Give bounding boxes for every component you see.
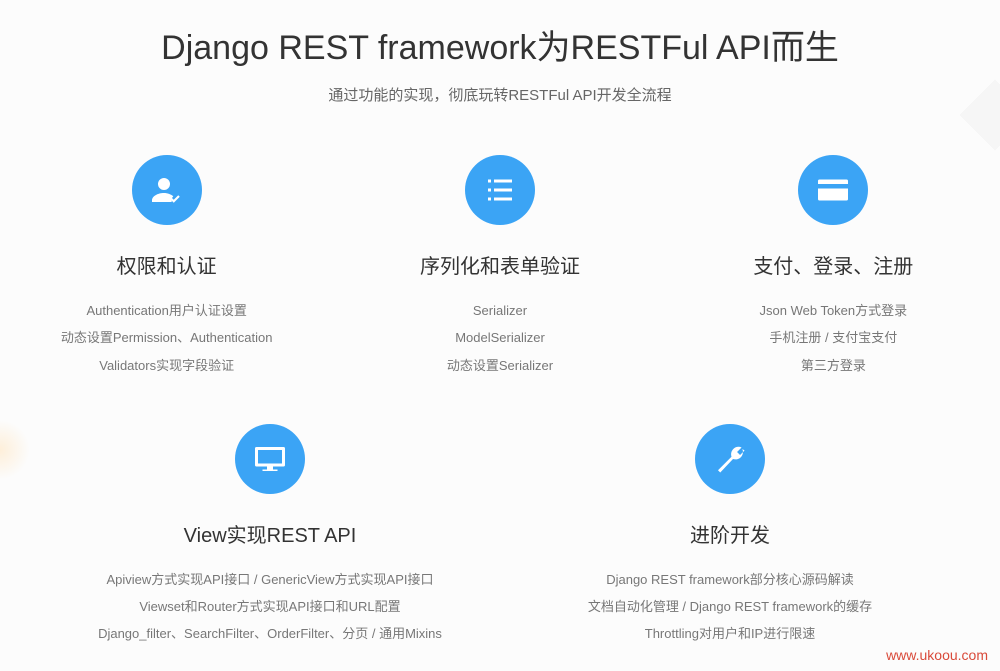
feature-item: Validators实现字段验证 (20, 352, 313, 379)
feature-item: Apiview方式实现API接口 / GenericView方式实现API接口 (70, 566, 470, 593)
wrench-icon (695, 424, 765, 494)
feature-item: Json Web Token方式登录 (687, 297, 980, 324)
list-icon (465, 155, 535, 225)
feature-view-title: View实现REST API (70, 519, 470, 548)
feature-item: Serializer (353, 297, 646, 324)
page-subtitle: 通过功能的实现，彻底玩转RESTFul API开发全流程 (0, 84, 1000, 105)
feature-item: ModelSerializer (353, 324, 646, 351)
feature-view: View实现REST API Apiview方式实现API接口 / Generi… (70, 424, 470, 648)
feature-serialize: 序列化和表单验证 Serializer ModelSerializer 动态设置… (353, 155, 646, 379)
feature-item: Throttling对用户和IP进行限速 (530, 620, 930, 647)
user-check-icon (132, 155, 202, 225)
feature-item: 文档自动化管理 / Django REST framework的缓存 (530, 593, 930, 620)
watermark: www.ukoou.com (886, 647, 988, 663)
feature-row-top: 权限和认证 Authentication用户认证设置 动态设置Permissio… (0, 155, 1000, 379)
feature-item: Django REST framework部分核心源码解读 (530, 566, 930, 593)
feature-item: Django_filter、SearchFilter、OrderFilter、分… (70, 620, 470, 647)
feature-auth-title: 权限和认证 (20, 250, 313, 279)
page-title: Django REST framework为RESTFul API而生 (0, 20, 1000, 69)
credit-card-icon (798, 155, 868, 225)
feature-item: Viewset和Router方式实现API接口和URL配置 (70, 593, 470, 620)
feature-auth: 权限和认证 Authentication用户认证设置 动态设置Permissio… (20, 155, 313, 379)
feature-row-bottom: View实现REST API Apiview方式实现API接口 / Generi… (0, 424, 1000, 648)
feature-pay: 支付、登录、注册 Json Web Token方式登录 手机注册 / 支付宝支付… (687, 155, 980, 379)
feature-advanced: 进阶开发 Django REST framework部分核心源码解读 文档自动化… (530, 424, 930, 648)
feature-item: 第三方登录 (687, 352, 980, 379)
monitor-icon (235, 424, 305, 494)
feature-item: 动态设置Serializer (353, 352, 646, 379)
feature-item: 动态设置Permission、Authentication (20, 324, 313, 351)
feature-item: Authentication用户认证设置 (20, 297, 313, 324)
feature-advanced-title: 进阶开发 (530, 519, 930, 548)
feature-item: 手机注册 / 支付宝支付 (687, 324, 980, 351)
feature-pay-title: 支付、登录、注册 (687, 250, 980, 279)
feature-serialize-title: 序列化和表单验证 (353, 250, 646, 279)
